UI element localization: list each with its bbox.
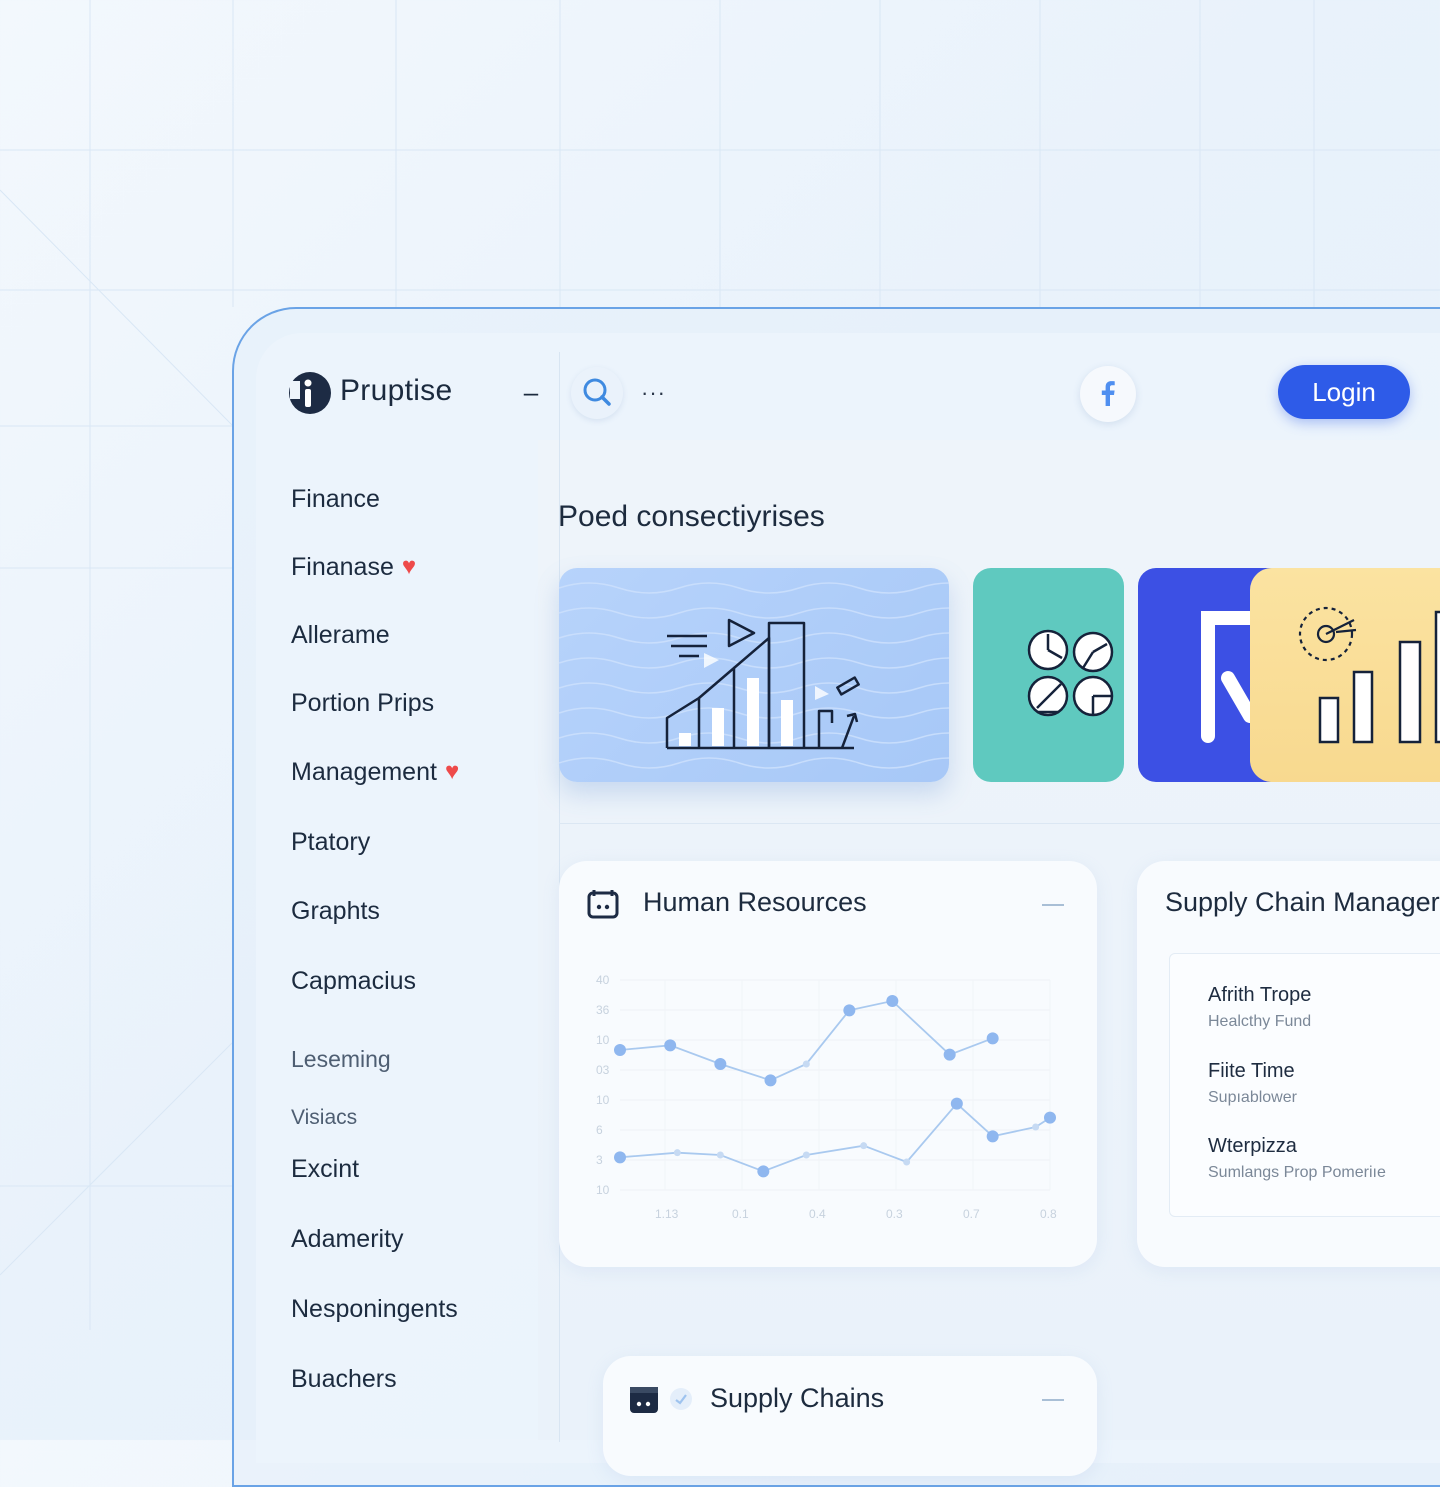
calendar-icon — [587, 890, 619, 919]
supply-entry-name[interactable]: Afrith Trope — [1208, 984, 1311, 1007]
x-tick-label: 0.4 — [809, 1207, 826, 1221]
sidebar-item-nesponingents[interactable]: Nesponingents — [291, 1295, 458, 1324]
sidebar-item-label: Portion Prips — [291, 689, 435, 717]
sidebar-item-visiacs[interactable]: Visiacs — [291, 1106, 357, 1130]
y-tick-label: 03 — [596, 1063, 610, 1077]
login-button[interactable]: Login — [1278, 365, 1410, 419]
sidebar-item-label: Ptatory — [291, 828, 371, 856]
content-divider — [559, 823, 1440, 824]
sidebar-item-leseming[interactable]: Leseming — [291, 1046, 391, 1073]
sidebar-item-label: Adamerity — [291, 1225, 404, 1253]
x-tick-label: 0.7 — [963, 1207, 980, 1221]
data-point[interactable] — [843, 1004, 856, 1017]
y-tick-label: 10 — [596, 1093, 610, 1107]
series-line — [619, 1000, 994, 1082]
sidebar-item-capmacius[interactable]: Capmacius — [291, 967, 416, 996]
supply-chains-card — [603, 1356, 1097, 1476]
section-title: Poed consectiyrises — [558, 500, 825, 533]
y-tick-label: 10 — [596, 1033, 610, 1047]
data-point[interactable] — [986, 1130, 999, 1143]
human-resources-title: Human Resources — [643, 887, 867, 917]
x-tick-label: 1.13 — [655, 1207, 679, 1221]
sidebar-item-label: Buachers — [291, 1365, 397, 1393]
data-point[interactable] — [802, 1060, 810, 1068]
y-tick-label: 10 — [596, 1183, 610, 1197]
sidebar-item-management[interactable]: Management ♥ — [291, 758, 459, 787]
sidebar-item-label: Graphts — [291, 897, 380, 925]
sidebar-item-label: Capmacius — [291, 967, 417, 995]
y-tick-label: 6 — [596, 1123, 603, 1137]
speedometer-icon — [1298, 606, 1357, 662]
minimize-card-button[interactable] — [1042, 904, 1064, 906]
supply-entry-sub: Sumlangs Prop Pomeriıe — [1208, 1164, 1386, 1181]
x-tick-label: 0.8 — [1040, 1207, 1057, 1221]
brand-logo-icon[interactable] — [288, 371, 332, 415]
data-point[interactable] — [764, 1074, 777, 1087]
supply-entry-name[interactable]: Fiite Time — [1208, 1060, 1295, 1083]
heart-icon[interactable]: ♥ — [402, 553, 416, 581]
sidebar-item-excint[interactable]: Excint — [291, 1155, 359, 1184]
sidebar-item-buachers[interactable]: Buachers — [291, 1365, 397, 1394]
supply-entry-sub: Supıablower — [1208, 1089, 1297, 1106]
data-point[interactable] — [1044, 1111, 1056, 1124]
brand-name: Pruptise — [340, 374, 453, 407]
data-point[interactable] — [802, 1151, 810, 1159]
search-button[interactable] — [571, 367, 623, 419]
supply-entry-sub: Healcthy Fund — [1208, 1013, 1312, 1030]
series-line — [619, 1102, 1051, 1173]
supply-chain-title: Supply Chain Manager — [1165, 887, 1440, 917]
y-tick-label: 3 — [596, 1153, 603, 1167]
sidebar-item-portion-prips[interactable]: Portion Prips — [291, 689, 434, 718]
sidebar-item-label: Management — [291, 758, 437, 786]
data-point[interactable] — [903, 1158, 911, 1166]
feature-card-insights[interactable] — [973, 568, 1124, 782]
data-point[interactable] — [716, 1151, 724, 1159]
search-icon — [583, 378, 611, 406]
data-point[interactable] — [886, 995, 899, 1007]
sidebar-item-adamerity[interactable]: Adamerity — [291, 1225, 404, 1254]
y-tick-label: 40 — [596, 973, 610, 987]
feature-card-analytics[interactable] — [559, 568, 949, 782]
sidebar-item-label: Allerame — [291, 621, 390, 649]
pie-charts-icon — [1027, 629, 1114, 717]
data-point[interactable] — [614, 1151, 626, 1164]
data-point[interactable] — [1032, 1123, 1040, 1131]
sidebar-item-label: Leseming — [291, 1046, 391, 1072]
data-point[interactable] — [943, 1048, 956, 1061]
data-point[interactable] — [757, 1165, 770, 1178]
supply-chains-title: Supply Chains — [710, 1383, 885, 1413]
refresh-icon — [670, 1388, 692, 1410]
sidebar-item-ptatory[interactable]: Ptatory — [291, 828, 370, 857]
facebook-icon — [1101, 381, 1115, 406]
hr-line-chart: 40 36 10 03 10 6 3 10 1.13 0.1 0.4 0.3 0.7 0.8 — [596, 973, 1057, 1221]
x-tick-label: 0.1 — [732, 1207, 749, 1221]
sidebar-item-label: Finance — [291, 485, 380, 513]
supply-entry-name[interactable]: Wterpizza — [1208, 1135, 1297, 1158]
data-point[interactable] — [986, 1032, 999, 1045]
feature-card-performance[interactable] — [1250, 568, 1440, 782]
sidebar-item-label: Finanase — [291, 553, 394, 581]
heart-icon[interactable]: ♥ — [445, 758, 459, 786]
more-options-button[interactable]: ··· — [641, 380, 673, 408]
data-point[interactable] — [673, 1149, 681, 1157]
data-point[interactable] — [714, 1058, 727, 1070]
sidebar-item-finanase[interactable]: Finanase ♥ — [291, 553, 416, 582]
data-point[interactable] — [950, 1097, 963, 1110]
x-tick-label: 0.3 — [886, 1207, 903, 1221]
data-point[interactable] — [664, 1039, 677, 1052]
sidebar-item-label: Visiacs — [291, 1106, 358, 1129]
sidebar-item-graphts[interactable]: Graphts — [291, 897, 380, 926]
data-point[interactable] — [614, 1044, 626, 1056]
sidebar-item-label: Excint — [291, 1155, 360, 1183]
calendar-icon — [630, 1387, 658, 1413]
sidebar-item-finance[interactable]: Finance — [291, 485, 380, 514]
sidebar-item-label: Nesponingents — [291, 1295, 458, 1323]
data-point[interactable] — [860, 1142, 868, 1150]
y-tick-label: 36 — [596, 1003, 610, 1017]
collapse-sidebar-button[interactable]: – — [518, 379, 544, 406]
sidebar-item-allerame[interactable]: Allerame — [291, 621, 390, 650]
facebook-button[interactable] — [1080, 366, 1136, 422]
minimize-card-button[interactable] — [1042, 1399, 1064, 1401]
